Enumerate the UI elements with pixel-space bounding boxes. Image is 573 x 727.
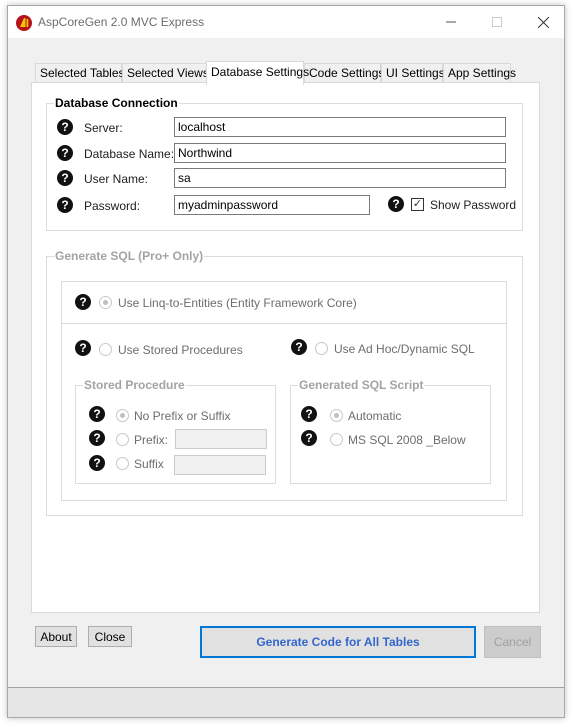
no-prefix-radio[interactable] <box>116 409 129 422</box>
app-window: AspCoreGen 2.0 MVC Express Selected Tabl… <box>7 5 565 718</box>
user-name-input[interactable] <box>174 168 506 188</box>
ms-sql-2008-help-icon[interactable]: ? <box>301 430 317 446</box>
automatic-radio[interactable] <box>330 409 343 422</box>
suffix-radio[interactable] <box>116 457 129 470</box>
prefix-help-icon[interactable]: ? <box>89 430 105 446</box>
generate-sql-group: Generate SQL (Pro+ Only) ? Use Linq-to-E… <box>46 249 523 516</box>
database-connection-legend: Database Connection <box>54 96 179 110</box>
suffix-input[interactable] <box>174 455 266 475</box>
password-help-icon[interactable]: ? <box>57 197 73 213</box>
suffix-label[interactable]: Suffix <box>134 457 164 471</box>
ms-sql-2008-radio[interactable] <box>330 433 343 446</box>
database-name-label: Database Name: <box>84 147 175 161</box>
suffix-help-icon[interactable]: ? <box>89 455 105 471</box>
database-name-help-icon[interactable]: ? <box>57 145 73 161</box>
prefix-input[interactable] <box>175 429 267 449</box>
server-label: Server: <box>84 121 123 135</box>
status-bar <box>8 687 564 717</box>
no-prefix-label[interactable]: No Prefix or Suffix <box>134 409 230 423</box>
tab-selected-tables[interactable]: Selected Tables <box>35 63 125 84</box>
close-button[interactable]: Close <box>88 626 132 647</box>
maximize-button[interactable] <box>474 6 520 38</box>
password-label: Password: <box>84 199 141 213</box>
linq-help-icon[interactable]: ? <box>75 294 91 310</box>
database-name-input[interactable] <box>174 143 506 163</box>
close-window-button[interactable] <box>520 6 566 38</box>
ad-hoc-help-icon[interactable]: ? <box>291 339 307 355</box>
database-connection-group: Database Connection ? Server: ? Database… <box>46 96 523 231</box>
cancel-button[interactable]: Cancel <box>484 626 541 658</box>
generate-sql-legend: Generate SQL (Pro+ Only) <box>54 249 205 263</box>
tab-code-settings[interactable]: Code Settings <box>304 63 384 84</box>
password-input[interactable] <box>174 195 370 215</box>
ad-hoc-label[interactable]: Use Ad Hoc/Dynamic SQL <box>334 342 475 356</box>
generated-sql-script-group: Generated SQL Script ? Automatic ? MS SQ… <box>290 378 491 484</box>
minimize-button[interactable] <box>428 6 474 38</box>
generated-sql-script-legend: Generated SQL Script <box>298 378 425 392</box>
user-name-label: User Name: <box>84 172 149 186</box>
show-password-label[interactable]: Show Password <box>430 198 516 212</box>
title-bar: AspCoreGen 2.0 MVC Express <box>8 6 564 38</box>
stored-procedures-radio[interactable] <box>99 343 112 356</box>
linq-radio[interactable] <box>99 296 112 309</box>
maximize-icon <box>492 17 502 27</box>
stored-procedure-group: Stored Procedure ? No Prefix or Suffix ?… <box>75 378 276 484</box>
no-prefix-help-icon[interactable]: ? <box>89 406 105 422</box>
automatic-help-icon[interactable]: ? <box>301 406 317 422</box>
show-password-help-icon[interactable]: ? <box>388 196 404 212</box>
linq-panel: ? Use Linq-to-Entities (Entity Framework… <box>61 281 507 324</box>
tab-database-settings[interactable]: Database Settings <box>206 61 309 85</box>
ad-hoc-radio[interactable] <box>315 342 328 355</box>
app-logo-icon <box>16 15 32 31</box>
stored-procedures-label[interactable]: Use Stored Procedures <box>118 343 243 357</box>
user-name-help-icon[interactable]: ? <box>57 170 73 186</box>
server-help-icon[interactable]: ? <box>57 119 73 135</box>
window-title: AspCoreGen 2.0 MVC Express <box>38 15 205 29</box>
server-input[interactable] <box>174 117 506 137</box>
generate-code-button[interactable]: Generate Code for All Tables <box>200 626 476 658</box>
stored-procedures-help-icon[interactable]: ? <box>75 340 91 356</box>
automatic-label[interactable]: Automatic <box>348 409 401 423</box>
close-icon <box>537 16 549 28</box>
sql-options-panel: ? Use Stored Procedures ? Use Ad Hoc/Dyn… <box>61 323 507 501</box>
stored-procedure-legend: Stored Procedure <box>83 378 186 392</box>
linq-label[interactable]: Use Linq-to-Entities (Entity Framework C… <box>118 296 357 310</box>
database-settings-panel: Database Connection ? Server: ? Database… <box>31 82 540 613</box>
minimize-icon <box>446 21 456 23</box>
prefix-radio[interactable] <box>116 433 129 446</box>
about-button[interactable]: About <box>35 626 77 647</box>
show-password-checkbox[interactable]: ✓ <box>411 198 424 211</box>
ms-sql-2008-label[interactable]: MS SQL 2008 _Below <box>348 433 466 447</box>
tab-app-settings[interactable]: App Settings <box>443 63 516 84</box>
tab-ui-settings[interactable]: UI Settings <box>381 63 445 84</box>
prefix-label[interactable]: Prefix: <box>134 433 168 447</box>
tab-selected-views[interactable]: Selected Views <box>122 63 209 84</box>
